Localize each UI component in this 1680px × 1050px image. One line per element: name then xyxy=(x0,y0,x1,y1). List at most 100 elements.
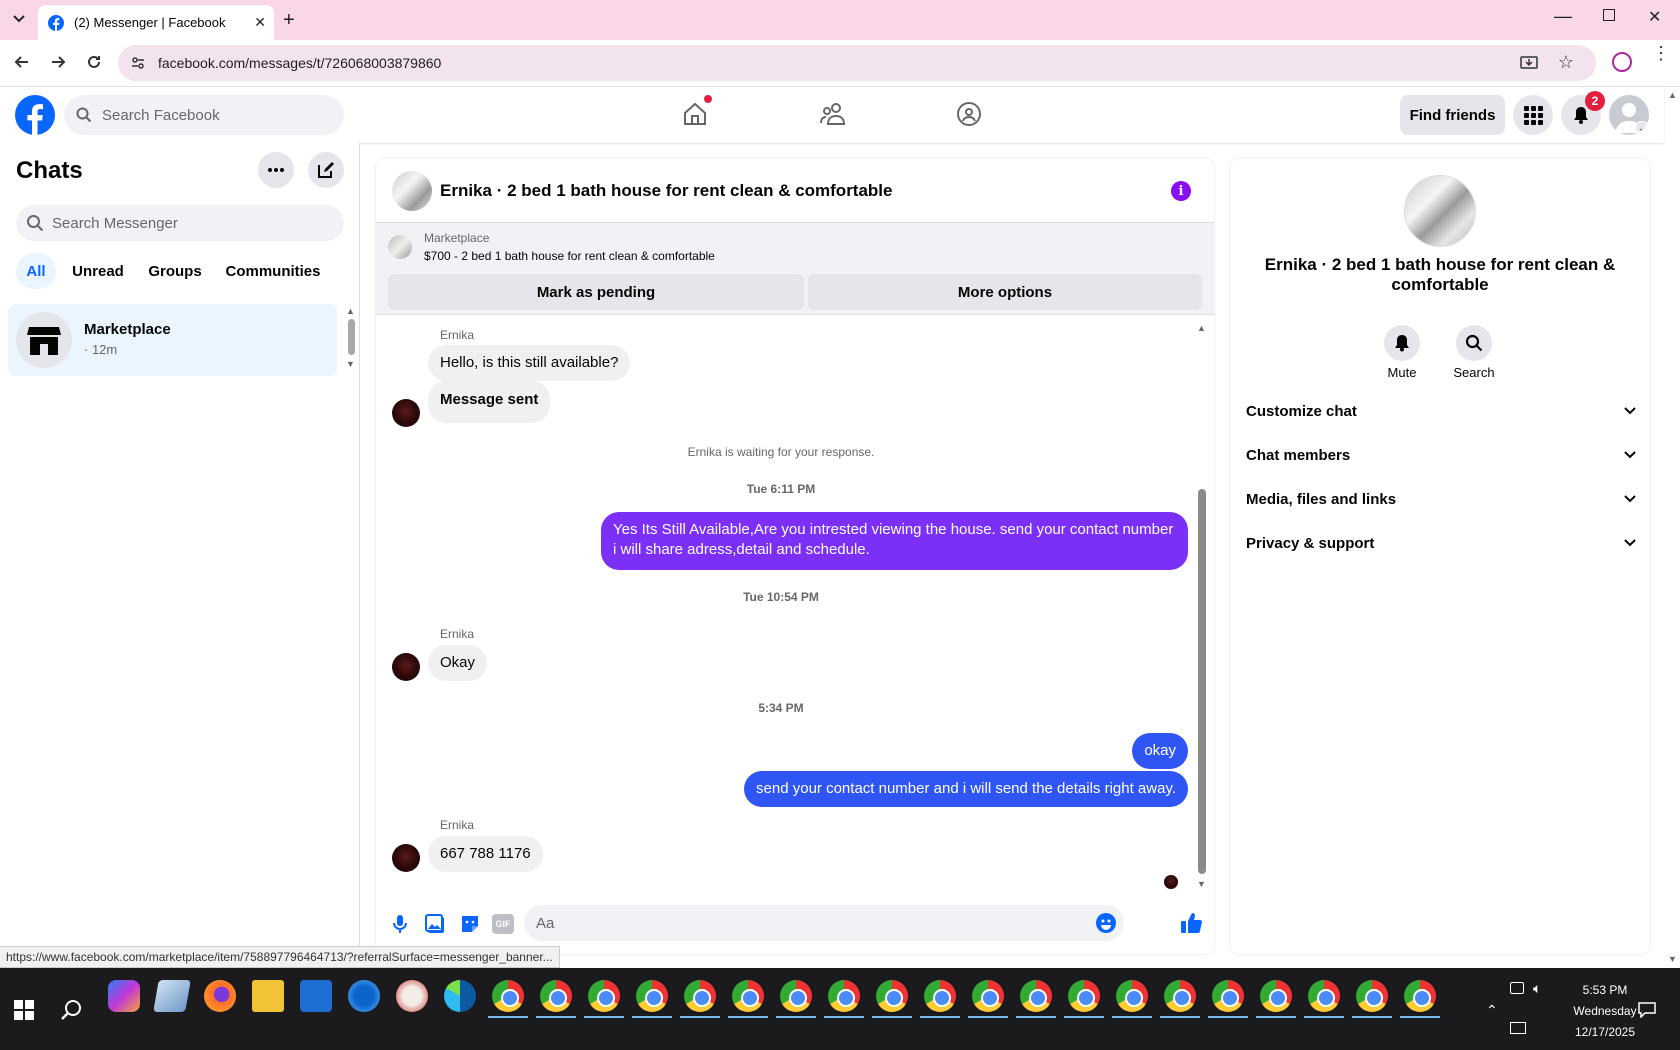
browser-tab[interactable]: (2) Messenger | Facebook ✕ xyxy=(38,5,274,40)
chrome-icon[interactable] xyxy=(488,980,528,1018)
chat-title[interactable]: Ernika · 2 bed 1 bath house for rent cle… xyxy=(440,181,892,201)
firefox-icon[interactable] xyxy=(204,980,236,1012)
chrome-icon[interactable] xyxy=(536,980,576,1018)
filter-unread-tab[interactable]: Unread xyxy=(66,253,130,289)
find-friends-button[interactable]: Find friends xyxy=(1400,95,1505,135)
scroll-up-arrow[interactable]: ▲ xyxy=(346,306,355,316)
chrome-icon[interactable] xyxy=(1352,980,1392,1018)
show-hidden-icons-chevron[interactable]: ⌃ xyxy=(1486,1002,1498,1019)
incoming-message[interactable]: 667 788 1176 xyxy=(428,836,543,872)
tab-list-chevron-icon[interactable] xyxy=(8,8,30,30)
outgoing-message[interactable]: Yes Its Still Available,Are you intreste… xyxy=(601,512,1188,570)
chrome-icon[interactable] xyxy=(632,980,672,1018)
conversation-info-icon[interactable]: i xyxy=(1171,181,1191,201)
chat-scrollbar-thumb[interactable] xyxy=(1198,489,1206,874)
search-icon[interactable] xyxy=(60,998,84,1022)
sender-avatar[interactable] xyxy=(392,844,420,872)
scroll-down-arrow[interactable]: ▼ xyxy=(346,359,355,369)
notifications-button[interactable]: 2 xyxy=(1561,91,1605,135)
sidebar-scrollbar-thumb[interactable] xyxy=(348,319,355,355)
bookmark-star-icon[interactable]: ☆ xyxy=(1558,52,1574,73)
groups-nav-icon[interactable] xyxy=(956,101,982,127)
chrome-icon[interactable] xyxy=(824,980,864,1018)
chat-members-section[interactable]: Chat members xyxy=(1246,435,1636,475)
microphone-icon[interactable] xyxy=(392,914,408,934)
site-info-icon[interactable] xyxy=(130,55,146,71)
chrome-icon[interactable] xyxy=(1016,980,1056,1018)
window-close-icon[interactable]: ✕ xyxy=(1648,7,1661,27)
copilot-icon[interactable] xyxy=(108,980,140,1012)
listing-profile-image[interactable] xyxy=(1404,175,1476,247)
thumbs-up-icon[interactable] xyxy=(1180,912,1202,934)
notification-center-icon[interactable] xyxy=(1638,1002,1656,1018)
page-scroll-up-arrow[interactable]: ▲ xyxy=(1668,90,1677,100)
incoming-message[interactable]: Hello, is this still available? xyxy=(428,345,631,381)
app-icon-blue[interactable] xyxy=(300,980,332,1012)
chrome-icon[interactable] xyxy=(1304,980,1344,1018)
notepad-app-icon[interactable] xyxy=(153,980,191,1012)
attach-media-icon[interactable] xyxy=(425,914,445,934)
minimize-icon[interactable]: — xyxy=(1554,6,1572,27)
mark-as-pending-button[interactable]: Mark as pending xyxy=(388,274,804,310)
filter-communities-tab[interactable]: Communities xyxy=(220,253,326,289)
install-app-icon[interactable] xyxy=(1520,54,1538,72)
friends-nav-icon[interactable] xyxy=(820,101,846,127)
messenger-search-field[interactable]: Search Messenger xyxy=(16,205,344,241)
edge-icon[interactable] xyxy=(444,980,476,1012)
browser-menu-icon[interactable]: ⋮ xyxy=(1652,44,1670,62)
chat-options-button[interactable] xyxy=(258,152,294,188)
mute-button[interactable] xyxy=(1384,325,1420,361)
windows-start-icon[interactable] xyxy=(14,1000,34,1020)
privacy-support-section[interactable]: Privacy & support xyxy=(1246,523,1636,563)
filter-all-tab[interactable]: All xyxy=(16,253,56,289)
sender-avatar[interactable] xyxy=(392,653,420,681)
marketplace-banner[interactable]: Marketplace $700 - 2 bed 1 bath house fo… xyxy=(376,223,1214,315)
restore-icon[interactable] xyxy=(1603,9,1615,21)
network-icon[interactable] xyxy=(1510,1022,1526,1034)
chrome-icon[interactable] xyxy=(1400,980,1440,1018)
chrome-icon[interactable] xyxy=(1160,980,1200,1018)
conversation-item-marketplace[interactable]: Marketplace · 12m xyxy=(8,304,337,376)
search-in-conversation-button[interactable] xyxy=(1456,325,1492,361)
scroll-down-arrow[interactable]: ▼ xyxy=(1197,879,1206,889)
facebook-search-field[interactable]: Search Facebook xyxy=(64,95,344,135)
chrome-icon[interactable] xyxy=(680,980,720,1018)
page-scroll-down-arrow[interactable]: ▼ xyxy=(1668,954,1677,964)
listing-avatar[interactable] xyxy=(392,171,432,211)
forward-icon[interactable] xyxy=(48,52,68,72)
speaker-icon[interactable]: 🔈︎ xyxy=(1533,980,1541,997)
emoji-icon[interactable] xyxy=(1096,913,1116,933)
new-message-button[interactable] xyxy=(308,152,344,188)
chrome-icon[interactable] xyxy=(1208,980,1248,1018)
scroll-up-arrow[interactable]: ▲ xyxy=(1197,323,1206,333)
outgoing-message[interactable]: okay xyxy=(1132,733,1188,769)
chrome-icon[interactable] xyxy=(1112,980,1152,1018)
message-input[interactable]: Aa xyxy=(524,905,1124,941)
file-explorer-icon[interactable] xyxy=(252,980,284,1012)
incoming-message[interactable]: Message sent xyxy=(428,381,551,423)
customize-chat-section[interactable]: Customize chat xyxy=(1246,391,1636,431)
profile-icon[interactable] xyxy=(1612,52,1632,72)
filter-groups-tab[interactable]: Groups xyxy=(140,253,210,289)
chrome-icon[interactable] xyxy=(1064,980,1104,1018)
back-icon[interactable] xyxy=(12,52,32,72)
account-avatar[interactable]: ⌄ xyxy=(1609,95,1649,135)
new-tab-icon[interactable]: + xyxy=(283,9,295,32)
chrome-icon[interactable] xyxy=(1256,980,1296,1018)
sender-avatar[interactable] xyxy=(392,399,420,427)
system-clock[interactable]: 5:53 PM Wednesday 12/17/2025 xyxy=(1560,980,1650,1043)
chrome-icon[interactable] xyxy=(728,980,768,1018)
url-field[interactable]: facebook.com/messages/t/726068003879860 … xyxy=(118,45,1596,81)
home-nav-icon[interactable] xyxy=(682,95,712,127)
facebook-logo-icon[interactable] xyxy=(15,95,55,135)
menu-grid-button[interactable] xyxy=(1513,95,1553,135)
account-chevron-icon[interactable]: ⌄ xyxy=(1635,121,1649,135)
incoming-message[interactable]: Okay xyxy=(428,645,488,681)
gif-icon[interactable]: GIF xyxy=(492,914,514,934)
chrome-icon[interactable] xyxy=(872,980,912,1018)
app-icon-tool[interactable] xyxy=(396,980,428,1012)
chrome-icon[interactable] xyxy=(776,980,816,1018)
reload-icon[interactable] xyxy=(84,52,104,72)
media-files-links-section[interactable]: Media, files and links xyxy=(1246,479,1636,519)
chrome-icon[interactable] xyxy=(920,980,960,1018)
